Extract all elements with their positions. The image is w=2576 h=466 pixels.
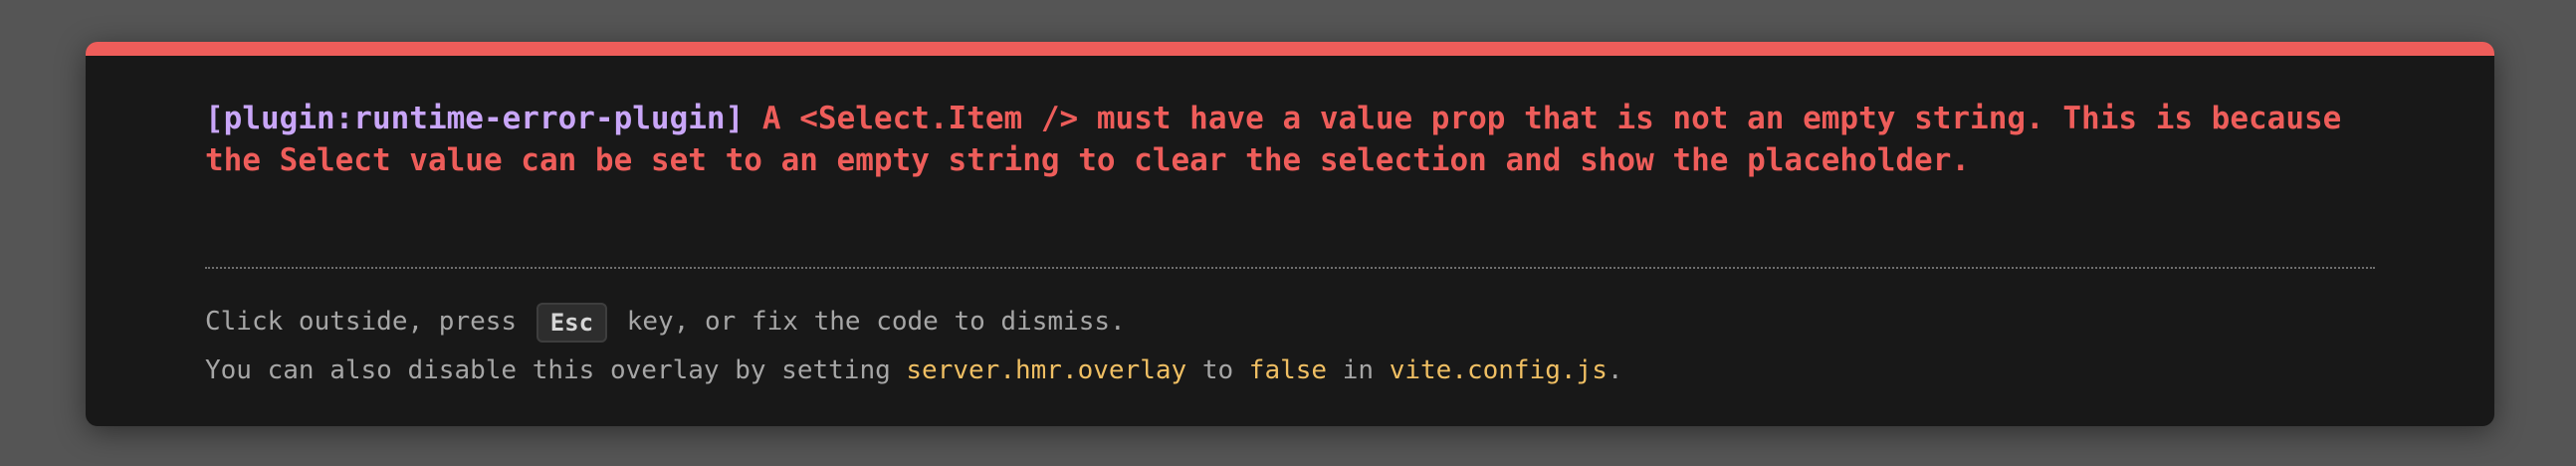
plugin-label: [plugin:runtime-error-plugin]: [205, 101, 745, 136]
error-overlay: [plugin:runtime-error-plugin] A <Select.…: [86, 42, 2494, 426]
disable-text-before: You can also disable this overlay by set…: [205, 355, 891, 385]
in-word: in: [1342, 355, 1375, 385]
disable-tip: You can also disable this overlay by set…: [205, 350, 1623, 390]
setting-value: false: [1248, 355, 1328, 385]
to-word: to: [1201, 355, 1234, 385]
error-message: [plugin:runtime-error-plugin] A <Select.…: [205, 98, 2355, 181]
divider: [205, 267, 2375, 269]
esc-key[interactable]: Esc: [536, 302, 608, 343]
setting-name: server.hmr.overlay: [906, 355, 1187, 385]
tip-text-before: Click outside, press: [205, 307, 518, 337]
period: .: [1607, 355, 1623, 385]
config-file: vite.config.js: [1389, 355, 1608, 385]
tip-text-after: key, or fix the code to dismiss.: [626, 307, 1126, 337]
dismiss-tip: Click outside, press Esc key, or fix the…: [205, 302, 1126, 343]
